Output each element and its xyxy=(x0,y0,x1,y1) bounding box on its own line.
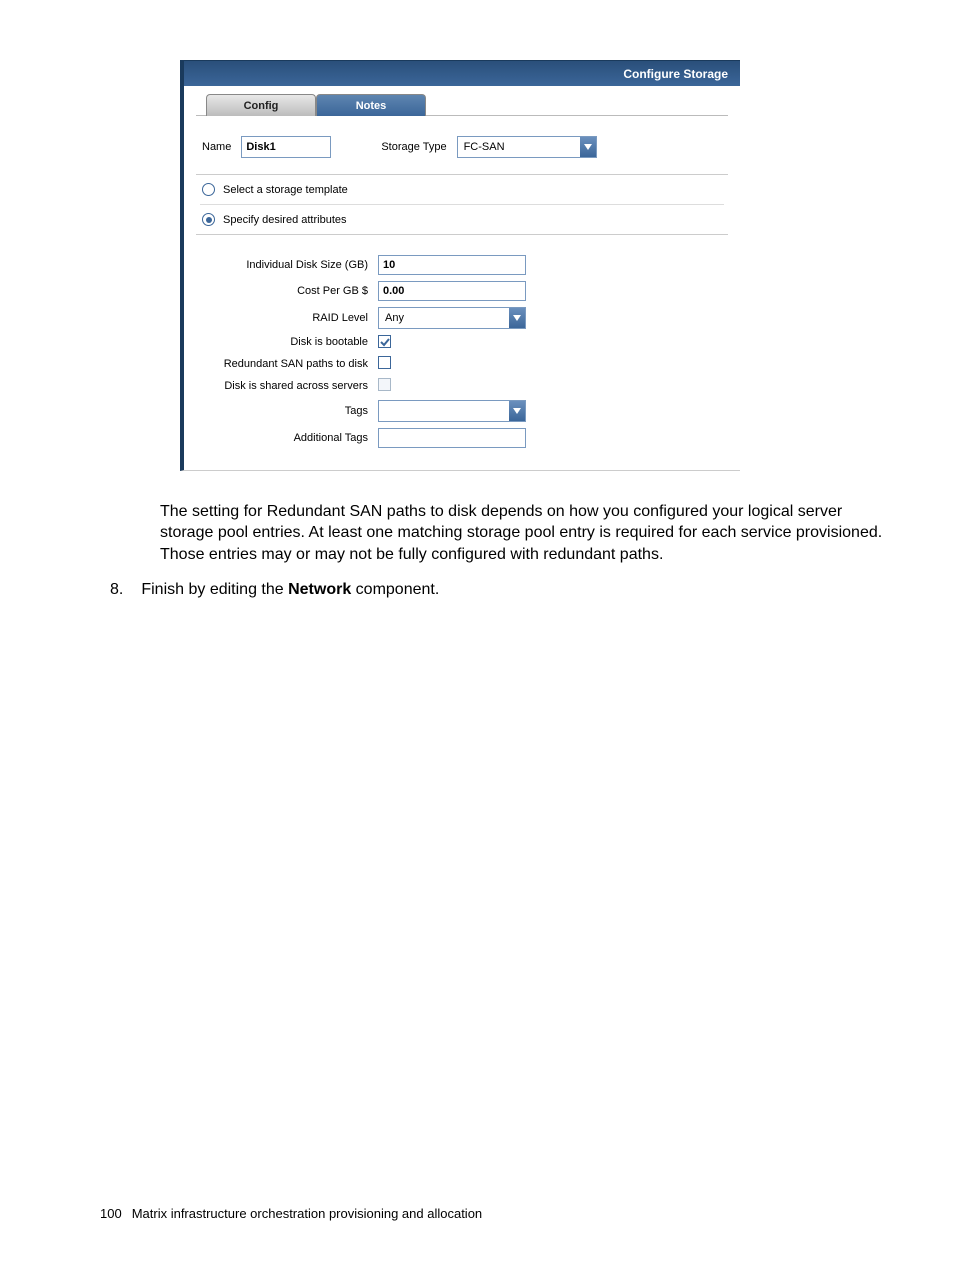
tags-select[interactable] xyxy=(378,400,526,422)
raid-select[interactable]: Any xyxy=(378,307,526,329)
tags-label: Tags xyxy=(202,405,378,417)
redundant-checkbox[interactable] xyxy=(378,356,391,369)
numbered-list-item: 8. Finish by editing the Network compone… xyxy=(110,579,897,601)
storage-type-select[interactable]: FC-SAN xyxy=(457,136,597,158)
list-number: 8. xyxy=(110,579,123,601)
cost-label: Cost Per GB $ xyxy=(202,285,378,297)
name-label: Name xyxy=(202,141,231,153)
raid-label: RAID Level xyxy=(202,312,378,324)
cost-input[interactable] xyxy=(378,281,526,301)
additional-tags-label: Additional Tags xyxy=(202,432,378,444)
tab-config[interactable]: Config xyxy=(206,94,316,116)
name-input[interactable] xyxy=(241,136,331,158)
shared-label: Disk is shared across servers xyxy=(202,380,378,392)
additional-tags-input[interactable] xyxy=(378,428,526,448)
storage-type-label: Storage Type xyxy=(381,141,446,153)
page-footer: 100 Matrix infrastructure orchestration … xyxy=(100,1206,482,1221)
bootable-label: Disk is bootable xyxy=(202,336,378,348)
tab-label: Config xyxy=(244,100,279,112)
radio-icon xyxy=(202,183,215,196)
chapter-title: Matrix infrastructure orchestration prov… xyxy=(132,1206,482,1221)
chevron-down-icon xyxy=(509,308,525,328)
tab-label: Notes xyxy=(356,100,387,112)
body-paragraph: The setting for Redundant SAN paths to d… xyxy=(160,501,897,566)
dialog-title-bar: Configure Storage xyxy=(184,60,740,86)
chevron-down-icon xyxy=(509,401,525,421)
radio-label: Specify desired attributes xyxy=(223,214,347,226)
tab-notes[interactable]: Notes xyxy=(316,94,426,116)
disk-size-input[interactable] xyxy=(378,255,526,275)
configure-storage-dialog: Configure Storage Config Notes Name Stor… xyxy=(180,60,740,471)
check-icon xyxy=(380,337,390,347)
disk-size-label: Individual Disk Size (GB) xyxy=(202,259,378,271)
radio-icon xyxy=(202,213,215,226)
list-text: Finish by editing the Network component. xyxy=(141,579,439,601)
radio-specify-attributes[interactable]: Specify desired attributes xyxy=(200,204,724,234)
redundant-label: Redundant SAN paths to disk xyxy=(202,358,378,370)
dialog-title: Configure Storage xyxy=(623,67,728,81)
chevron-down-icon xyxy=(580,137,596,157)
page-number: 100 xyxy=(100,1206,122,1221)
radio-label: Select a storage template xyxy=(223,184,348,196)
raid-value: Any xyxy=(385,312,404,324)
bootable-checkbox[interactable] xyxy=(378,335,391,348)
shared-checkbox xyxy=(378,378,391,391)
radio-select-template[interactable]: Select a storage template xyxy=(200,175,724,204)
storage-type-value: FC-SAN xyxy=(464,141,505,153)
